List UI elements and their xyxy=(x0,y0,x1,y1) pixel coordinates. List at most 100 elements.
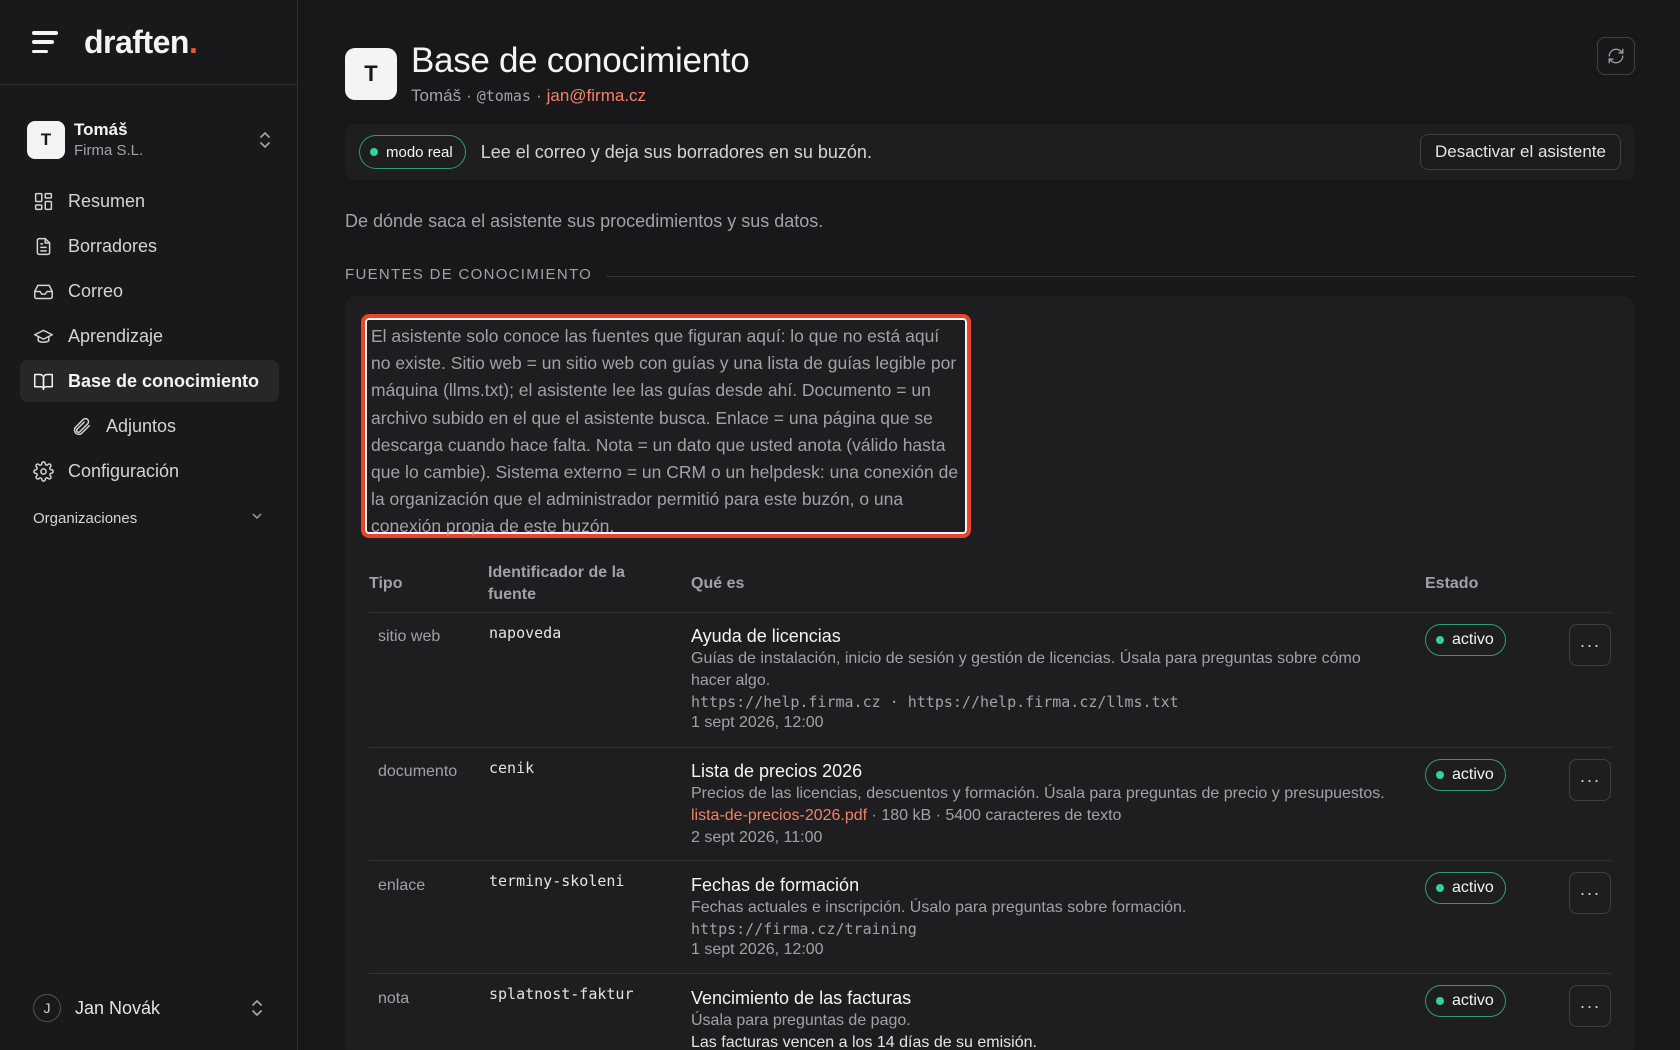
mailbox-name: Tomáš xyxy=(411,86,462,105)
chevron-down-icon xyxy=(249,508,265,528)
grid-icon xyxy=(32,190,54,212)
source-id: splatnost-faktur xyxy=(489,985,634,1003)
status-dot-icon xyxy=(1436,997,1444,1005)
document-icon xyxy=(32,235,54,257)
source-details: Ayuda de licencias Guías de instalación,… xyxy=(691,624,1391,734)
brand-bar: draften. xyxy=(0,0,297,85)
mailbox-handle: @tomas xyxy=(476,87,531,105)
source-title: Lista de precios 2026 xyxy=(691,761,863,781)
sidebar-item-label: Configuración xyxy=(68,460,180,481)
source-details: Vencimiento de las facturas Úsala para p… xyxy=(691,986,1391,1050)
refresh-button[interactable] xyxy=(1597,37,1635,75)
inbox-icon xyxy=(32,280,54,302)
sidebar-item-aprendizaje[interactable]: Aprendizaje xyxy=(20,315,279,357)
source-description: Guías de instalación, inicio de sesión y… xyxy=(691,650,1361,689)
sidebar: draften. T Tomáš Firma S.L. Resumen Borr… xyxy=(0,0,298,1050)
assistant-mode-bar: modo real Lee el correo y deja sus borra… xyxy=(345,124,1635,180)
status-badge: activo xyxy=(1425,872,1506,904)
graduation-cap-icon xyxy=(32,325,54,347)
sidebar-item-label: Borradores xyxy=(68,235,158,256)
brand-logo: draften. xyxy=(84,23,198,60)
source-description: Fechas actuales e inscripción. Úsalo par… xyxy=(691,899,1187,916)
sources-table: sitio web napoveda Ayuda de licencias Gu… xyxy=(369,614,1611,1050)
status-dot-icon xyxy=(1436,771,1444,779)
source-id: napoveda xyxy=(489,624,562,642)
status-dot-icon xyxy=(1436,884,1444,892)
sidebar-item-correo[interactable]: Correo xyxy=(20,270,279,312)
knowledge-sources-card: El asistente solo conoce las fuentes que… xyxy=(345,296,1635,1050)
mode-description: Lee el correo y deja sus borradores en s… xyxy=(480,141,872,162)
source-note: Las facturas vencen a los 14 días de su … xyxy=(691,1034,1037,1050)
sidebar-item-configuracion[interactable]: Configuración xyxy=(20,450,279,492)
source-type: sitio web xyxy=(378,628,441,645)
status-dot-icon xyxy=(370,148,378,156)
source-type: nota xyxy=(378,990,410,1007)
info-notice: El asistente solo conoce las fuentes que… xyxy=(361,314,971,538)
chevron-updown-icon xyxy=(249,998,265,1018)
table-header: Tipo Identificador de la fuente Qué es E… xyxy=(369,561,1611,613)
row-actions-button[interactable]: ··· xyxy=(1569,872,1611,914)
source-url[interactable]: https://firma.cz/training xyxy=(691,919,1391,939)
source-title: Fechas de formación xyxy=(691,875,860,895)
user-switcher[interactable]: J Jan Novák xyxy=(33,993,265,1023)
row-actions-button[interactable]: ··· xyxy=(1569,624,1611,666)
source-details: Lista de precios 2026 Precios de las lic… xyxy=(691,759,1411,849)
deactivate-assistant-button[interactable]: Desactivar el asistente xyxy=(1419,134,1621,170)
status-badge: activo xyxy=(1425,759,1506,791)
source-type: documento xyxy=(378,763,458,780)
sidebar-item-borradores[interactable]: Borradores xyxy=(20,225,279,267)
sidebar-item-base-de-conocimiento[interactable]: Base de conocimiento xyxy=(20,360,279,402)
source-url[interactable]: https://help.firma.cz · https://help.fir… xyxy=(691,692,1391,712)
page-description: De dónde saca el asistente sus procedimi… xyxy=(345,211,824,231)
column-header-id: Identificador de la fuente xyxy=(488,564,625,603)
org-switcher[interactable]: T Tomáš Firma S.L. xyxy=(27,116,273,164)
source-date: 1 sept 2026, 12:00 xyxy=(691,941,824,958)
mailbox-email[interactable]: jan@firma.cz xyxy=(547,86,646,106)
menu-icon[interactable] xyxy=(32,31,58,53)
sidebar-item-resumen[interactable]: Resumen xyxy=(20,180,279,222)
table-row[interactable]: sitio web napoveda Ayuda de licencias Gu… xyxy=(369,614,1611,748)
paperclip-icon xyxy=(70,415,92,437)
row-actions-button[interactable]: ··· xyxy=(1569,759,1611,801)
source-date: 2 sept 2026, 11:00 xyxy=(691,829,823,846)
source-file-link[interactable]: lista-de-precios-2026.pdf xyxy=(691,807,867,824)
sidebar-item-label: Aprendizaje xyxy=(68,325,164,346)
status-badge: activo xyxy=(1425,985,1506,1017)
status-dot-icon xyxy=(1436,636,1444,644)
sidebar-item-adjuntos[interactable]: Adjuntos xyxy=(20,405,279,447)
status-badge: activo xyxy=(1425,624,1506,656)
sidebar-nav: Resumen Borradores Correo Aprendizaje Ba… xyxy=(20,180,279,495)
source-title: Vencimiento de las facturas xyxy=(691,988,912,1008)
mode-badge: modo real xyxy=(359,135,466,169)
section-title: FUENTES DE CONOCIMIENTO xyxy=(345,266,593,283)
source-description: Úsala para preguntas de pago. xyxy=(691,1012,911,1029)
row-actions-button[interactable]: ··· xyxy=(1569,985,1611,1027)
source-title: Ayuda de licencias xyxy=(691,626,841,646)
org-name: Tomáš xyxy=(74,120,128,139)
sidebar-item-label: Correo xyxy=(68,280,124,301)
user-name: Jan Novák xyxy=(75,997,161,1018)
table-row[interactable]: enlace terminy-skoleni Fechas de formaci… xyxy=(369,861,1611,974)
mailbox-avatar: T xyxy=(345,48,397,100)
column-header-type: Tipo xyxy=(369,575,403,592)
source-date: 1 sept 2026, 12:00 xyxy=(691,714,824,731)
page-header: T Base de conocimiento Tomáš · @tomas · … xyxy=(345,40,750,106)
organizations-toggle[interactable]: Organizaciones xyxy=(33,508,265,528)
page-title: Base de conocimiento xyxy=(411,41,750,80)
source-id: cenik xyxy=(489,759,535,777)
mailbox-identity: Tomáš · @tomas · jan@firma.cz xyxy=(411,86,647,106)
source-file-meta: lista-de-precios-2026.pdf · 180 kB · 540… xyxy=(691,807,1122,824)
column-header-state: Estado xyxy=(1425,575,1479,592)
source-type: enlace xyxy=(378,877,426,894)
table-row[interactable]: documento cenik Lista de precios 2026 Pr… xyxy=(369,748,1611,861)
gear-icon xyxy=(32,460,54,482)
source-details: Fechas de formación Fechas actuales e in… xyxy=(691,873,1391,961)
section-header: FUENTES DE CONOCIMIENTO xyxy=(345,266,1635,283)
table-row[interactable]: nota splatnost-faktur Vencimiento de las… xyxy=(369,974,1611,1050)
refresh-icon xyxy=(1608,48,1624,64)
org-company: Firma S.L. xyxy=(74,142,144,159)
book-icon xyxy=(32,370,54,392)
sidebar-item-label: Resumen xyxy=(68,190,146,211)
column-header-what: Qué es xyxy=(691,575,745,592)
sidebar-item-label: Base de conocimiento xyxy=(68,370,260,391)
